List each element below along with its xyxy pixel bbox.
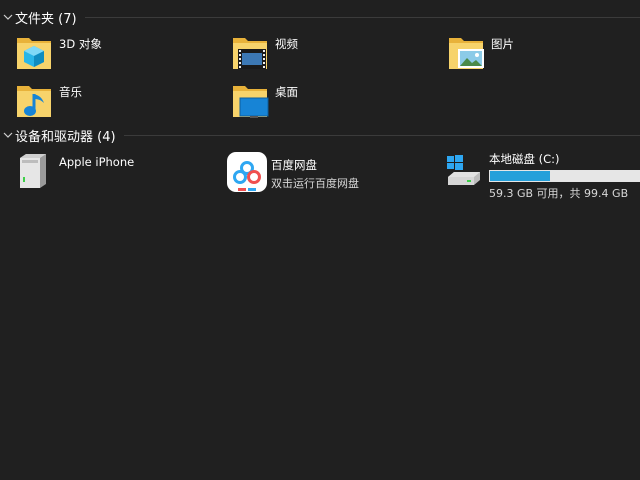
windows-drive-icon [444,151,484,191]
device-item-baidu-netdisk[interactable]: 百度网盘 双击运行百度网盘 [226,151,359,192]
folder-label: 桌面 [275,85,298,99]
device-text: 百度网盘 双击运行百度网盘 [266,151,359,191]
folder-item-desktop[interactable]: 桌面 [230,80,298,120]
folder-label: 3D 对象 [59,37,102,51]
chevron-down-icon[interactable] [1,10,15,24]
folder-label: 图片 [491,37,514,51]
folder-item-pictures[interactable]: 图片 [446,32,514,72]
explorer-this-pc-view: 文件夹 (7) 3D 对象 视频 图片 音乐 桌面 设备和驱动器 (4) App… [0,0,640,480]
device-item-apple-iphone[interactable]: Apple iPhone [14,151,134,191]
folder-item-music[interactable]: 音乐 [14,80,82,120]
folder-item-3d-objects[interactable]: 3D 对象 [14,32,102,72]
devices-section-header[interactable]: 设备和驱动器 (4) [0,125,640,145]
devices-section-title: 设备和驱动器 (4) [15,129,116,145]
folders-section-header[interactable]: 文件夹 (7) [0,7,640,27]
drive-free-space: 59.3 GB 可用，共 99.4 GB [489,187,629,200]
drive-usage-fill [490,171,551,181]
device-label: Apple iPhone [59,155,135,169]
chevron-down-icon[interactable] [1,128,15,142]
folder-label: 视频 [275,37,298,51]
videos-folder-icon [230,32,270,72]
section-divider [123,134,640,136]
pictures-folder-icon [446,32,486,72]
portable-device-icon [14,151,54,191]
desktop-folder-icon [230,80,270,120]
section-divider [84,16,640,18]
drive-usage-bar [489,170,640,182]
drive-label: 本地磁盘 (C:) [489,152,560,166]
drive-text: 本地磁盘 (C:) 59.3 GB 可用，共 99.4 GB [484,151,640,201]
3d-objects-folder-icon [14,32,54,72]
music-folder-icon [14,80,54,120]
folder-label: 音乐 [59,85,82,99]
folder-item-videos[interactable]: 视频 [230,32,298,72]
device-label: 百度网盘 [271,158,317,172]
baidu-netdisk-icon [226,151,267,192]
device-subtitle: 双击运行百度网盘 [271,177,359,190]
drive-item-local-disk-c[interactable]: 本地磁盘 (C:) 59.3 GB 可用，共 99.4 GB [444,151,640,201]
folders-section-title: 文件夹 (7) [15,11,77,27]
